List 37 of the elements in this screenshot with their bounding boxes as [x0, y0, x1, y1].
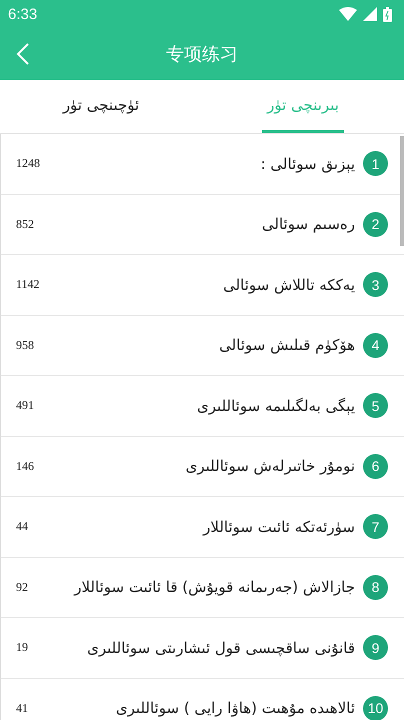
question-count: 44 [16, 519, 29, 534]
number-badge: 1 [363, 151, 388, 176]
item-title: سۈرئەتكە ئائىت سوئاللار [203, 518, 355, 536]
page-title: 专项练习 [166, 43, 238, 66]
signal-icon [363, 7, 377, 21]
question-count: 852 [16, 216, 35, 232]
question-count: 491 [16, 398, 35, 414]
number-badge: 6 [363, 454, 388, 479]
question-count: 1142 [16, 277, 41, 292]
item-title: نومۇر خاتىرلەش سوئاللىرى [186, 457, 355, 476]
item-title: يەككە تاللاش سوئالى [223, 276, 355, 294]
wifi-icon [339, 7, 357, 21]
number-badge: 3 [363, 272, 388, 298]
question-count: 1248 [16, 156, 41, 172]
battery-icon [383, 6, 392, 22]
question-count: 146 [16, 458, 35, 474]
item-title: ھۆكۈم قىلىش سوئالى [219, 336, 355, 354]
item-title: ئالاھىدە مۇھىت (ھاۋا رايى ) سوئاللىرى [116, 699, 355, 718]
item-title: جازالاش (جەرىمانە قويۇش) قا ئائىت سوئاللار [74, 578, 355, 596]
item-title: يېزىق سوئالى : [260, 154, 355, 173]
item-title: يېگى بەلگىلىمە سوئاللىرى [197, 396, 355, 415]
question-count: 41 [16, 700, 29, 716]
number-badge: 8 [363, 574, 388, 600]
number-badge: 5 [363, 393, 388, 418]
tab[interactable]: ئۈچىنچى تۈر [60, 80, 142, 133]
item-title: رەسىم سوئالى [262, 215, 355, 234]
number-badge: 2 [363, 212, 388, 237]
back-icon[interactable] [16, 42, 30, 66]
number-badge: 10 [363, 696, 388, 720]
number-badge: 7 [363, 514, 388, 540]
question-count: 92 [16, 580, 29, 595]
question-count: 958 [16, 338, 35, 353]
question-count: 19 [16, 640, 29, 656]
number-badge: 4 [363, 332, 388, 358]
number-badge: 9 [363, 635, 388, 660]
status-time: 6:33 [8, 6, 38, 22]
item-title: قانۇنى ساقچىسى قول ئىشارىتى سوئاللىرى [87, 638, 355, 657]
